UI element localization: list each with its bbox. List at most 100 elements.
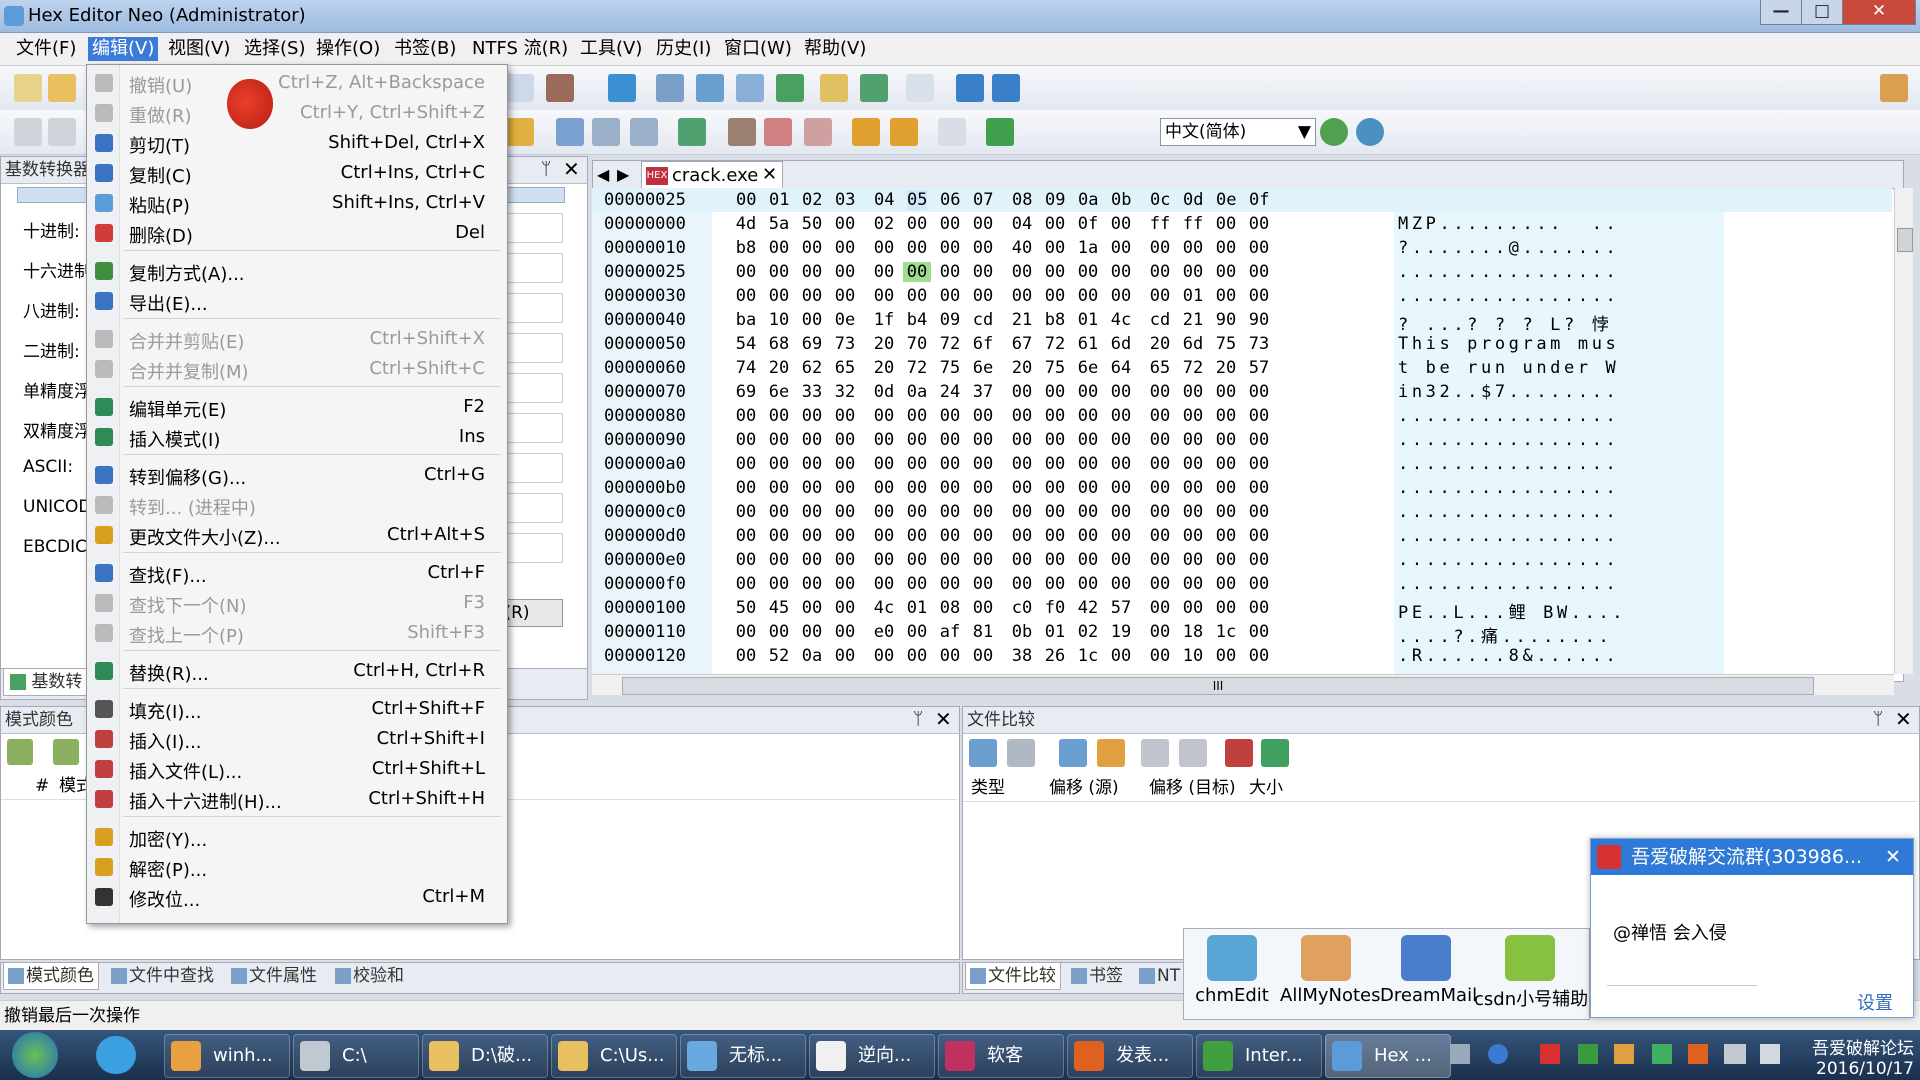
- hex-byte[interactable]: 4d: [732, 214, 760, 234]
- hex-byte[interactable]: 00: [1008, 262, 1036, 282]
- hex-byte[interactable]: 00: [1212, 550, 1240, 570]
- new-file-icon[interactable]: [14, 74, 42, 102]
- hex-byte[interactable]: 19: [1107, 622, 1135, 642]
- edit-menu-item[interactable]: 加密(Y)...: [87, 823, 507, 851]
- hex-byte[interactable]: 00: [1146, 502, 1174, 522]
- hex-byte[interactable]: b8: [1041, 310, 1069, 330]
- hex-byte[interactable]: 52: [765, 646, 793, 666]
- hex-byte[interactable]: 00: [1146, 238, 1174, 258]
- hex-byte[interactable]: 00: [1074, 262, 1102, 282]
- launcher-app[interactable]: DreamMail: [1380, 935, 1477, 1015]
- hex-byte[interactable]: 00: [798, 454, 826, 474]
- hex-byte[interactable]: 00: [1041, 382, 1069, 402]
- hex-byte[interactable]: 62: [798, 358, 826, 378]
- ie-icon[interactable]: [96, 1036, 136, 1074]
- hex-byte[interactable]: 00: [798, 574, 826, 594]
- hex-byte[interactable]: 00: [936, 526, 964, 546]
- hex-byte[interactable]: 00: [1179, 598, 1207, 618]
- compare-hex-icon[interactable]: [1097, 739, 1125, 767]
- hex-byte[interactable]: 00: [765, 622, 793, 642]
- hex-byte[interactable]: 00: [765, 454, 793, 474]
- hex-byte[interactable]: 00: [831, 214, 859, 234]
- hex-byte[interactable]: 00: [1212, 478, 1240, 498]
- hex-byte[interactable]: 38: [1008, 646, 1036, 666]
- export-toolbar-icon[interactable]: [776, 74, 804, 102]
- bottom-tab[interactable]: 文件比较: [965, 963, 1061, 990]
- edit-menu-item[interactable]: 插入模式(I) Ins: [87, 423, 507, 451]
- hex-byte[interactable]: 00: [765, 238, 793, 258]
- hex-byte[interactable]: f0: [1041, 598, 1069, 618]
- hex-byte[interactable]: 00: [1074, 382, 1102, 402]
- bottom-tab[interactable]: 文件中查找: [107, 963, 218, 989]
- hex-byte[interactable]: 45: [765, 598, 793, 618]
- bits-toolbar-icon[interactable]: [938, 118, 966, 146]
- hex-byte[interactable]: 00: [1008, 526, 1036, 546]
- keyboard-tray-icon[interactable]: [1450, 1044, 1470, 1064]
- hex-byte[interactable]: 00: [1146, 430, 1174, 450]
- sync-icon[interactable]: [696, 74, 724, 102]
- hex-byte[interactable]: 00: [1008, 454, 1036, 474]
- hex-byte[interactable]: 00: [1212, 646, 1240, 666]
- hex-byte[interactable]: 00: [1212, 238, 1240, 258]
- hex-byte[interactable]: 10: [765, 310, 793, 330]
- hex-byte[interactable]: 1f: [870, 310, 898, 330]
- hex-byte[interactable]: 1a: [1074, 238, 1102, 258]
- hex-byte[interactable]: 00: [903, 406, 931, 426]
- hex-byte[interactable]: 00: [732, 406, 760, 426]
- tools-icon[interactable]: [546, 74, 574, 102]
- hex-byte[interactable]: 00: [1107, 478, 1135, 498]
- hex-byte[interactable]: 4c: [870, 598, 898, 618]
- hex-row[interactable]: 000000b0 00 00 00 00 00 00 00 00 00 00 00 00 00 00 00 00…: [592, 476, 1882, 500]
- hex-byte[interactable]: 6d: [1107, 334, 1135, 354]
- close-panel-icon[interactable]: ✕: [563, 157, 580, 181]
- hex-byte[interactable]: 20: [870, 358, 898, 378]
- hex-byte[interactable]: 00: [831, 454, 859, 474]
- hex-byte[interactable]: 00: [1008, 502, 1036, 522]
- hex-byte[interactable]: 00: [1212, 382, 1240, 402]
- hex-byte[interactable]: 00: [1146, 646, 1174, 666]
- hex-byte[interactable]: 00: [1107, 214, 1135, 234]
- hex-byte[interactable]: 00: [1041, 454, 1069, 474]
- ruler-icon[interactable]: [506, 118, 534, 146]
- hex-byte[interactable]: 00: [1146, 598, 1174, 618]
- hex-byte[interactable]: 75: [1041, 358, 1069, 378]
- hex-byte[interactable]: 00: [870, 646, 898, 666]
- hex-byte[interactable]: 00: [765, 262, 793, 282]
- hex-byte[interactable]: 01: [1041, 622, 1069, 642]
- hex-byte[interactable]: 33: [798, 382, 826, 402]
- hex-byte[interactable]: 00: [1245, 406, 1273, 426]
- compare-prev-icon[interactable]: [1141, 739, 1169, 767]
- bottom-tab[interactable]: 文件属性: [227, 963, 321, 989]
- hex-byte[interactable]: 02: [870, 214, 898, 234]
- hex-byte[interactable]: 72: [1179, 358, 1207, 378]
- hex-byte[interactable]: 00: [1008, 406, 1036, 426]
- hex-byte[interactable]: 00: [1074, 286, 1102, 306]
- hex-byte[interactable]: 00: [1212, 262, 1240, 282]
- hex-byte[interactable]: 00: [831, 622, 859, 642]
- hex-byte[interactable]: 00: [903, 214, 931, 234]
- edit-menu-item[interactable]: 填充(I)... Ctrl+Shift+F: [87, 695, 507, 723]
- hex-byte[interactable]: 00: [903, 262, 931, 282]
- hex-byte[interactable]: 08: [936, 598, 964, 618]
- hex-byte[interactable]: 20: [1146, 334, 1174, 354]
- table-icon[interactable]: [804, 118, 832, 146]
- compare-heart-icon[interactable]: [1225, 739, 1253, 767]
- hex-byte[interactable]: 00: [1107, 502, 1135, 522]
- taskbar-app[interactable]: Hex ...: [1325, 1034, 1451, 1078]
- compare-stop-icon[interactable]: [1007, 739, 1035, 767]
- screen-icon[interactable]: [608, 74, 636, 102]
- hex-byte[interactable]: 00: [1212, 406, 1240, 426]
- compare-column-header[interactable]: 偏移 (目标): [1149, 775, 1236, 801]
- hex-byte[interactable]: 00: [732, 526, 760, 546]
- taskbar-app[interactable]: 发表...: [1067, 1034, 1193, 1078]
- hex-byte[interactable]: 00: [798, 598, 826, 618]
- hex-byte[interactable]: 00: [1179, 238, 1207, 258]
- hex-byte[interactable]: 90: [1245, 310, 1273, 330]
- hex-byte[interactable]: 40: [1008, 238, 1036, 258]
- hex-byte[interactable]: 00: [1179, 430, 1207, 450]
- bottom-tab[interactable]: 模式颜色: [3, 963, 99, 990]
- edit-menu-item[interactable]: 查找下一个(N) F3: [87, 589, 507, 617]
- bottom-tab[interactable]: NT: [1135, 963, 1184, 989]
- edit-menu-item[interactable]: 替换(R)... Ctrl+H, Ctrl+R: [87, 657, 507, 685]
- hex-byte[interactable]: 00: [1212, 214, 1240, 234]
